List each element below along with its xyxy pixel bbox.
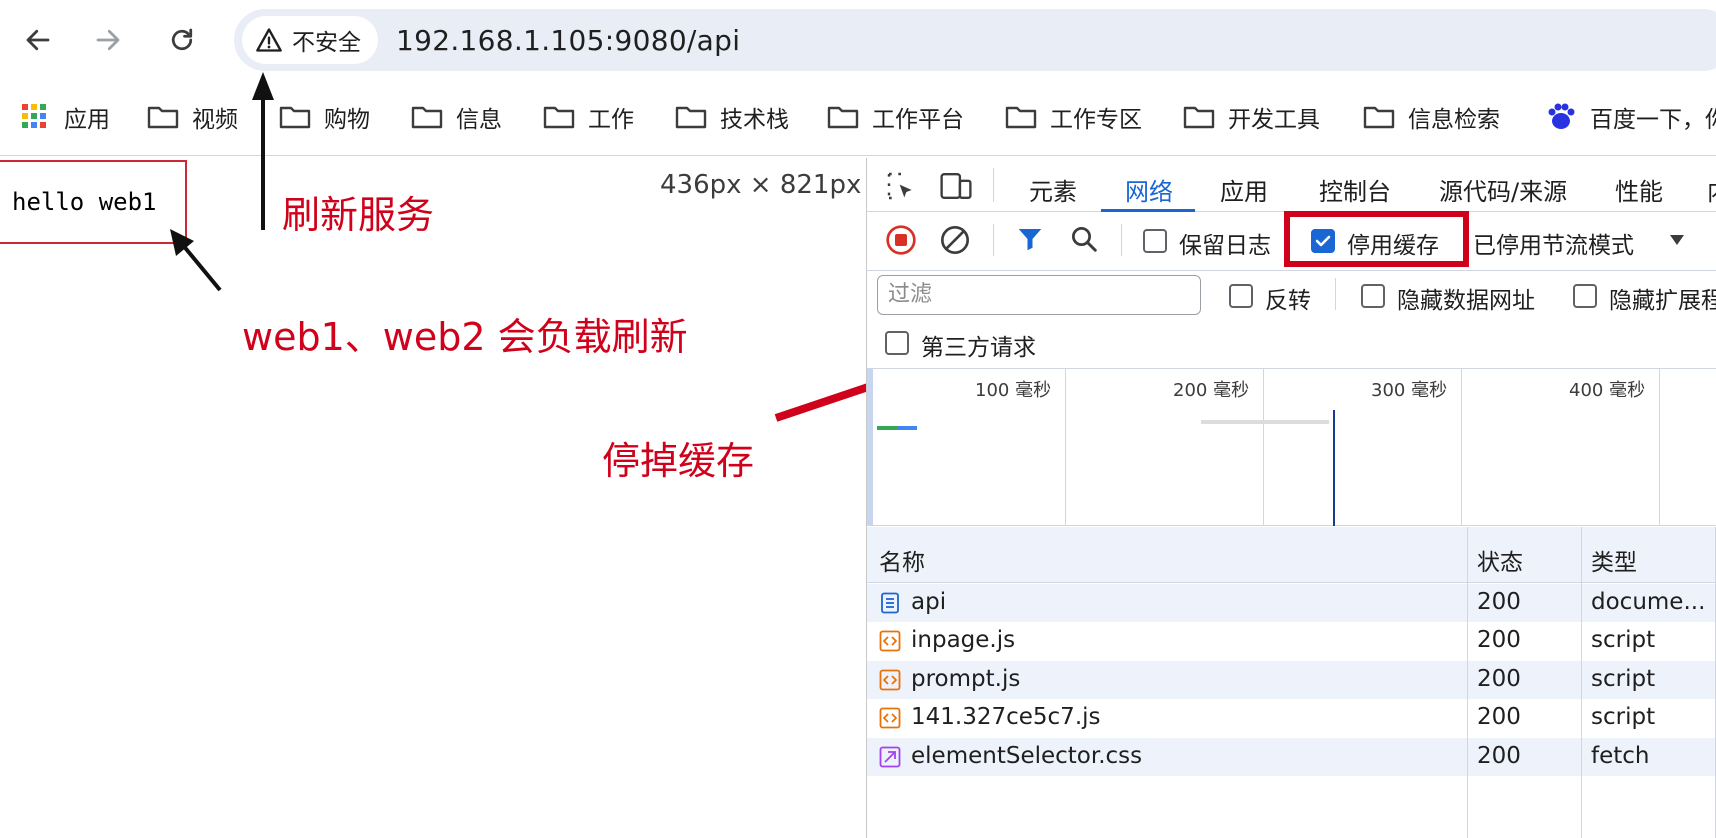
timeline-tick: 400 毫秒 bbox=[1569, 380, 1646, 401]
tab-console[interactable]: 控制台 bbox=[1319, 172, 1391, 207]
document-icon bbox=[881, 592, 899, 614]
script-icon bbox=[879, 707, 901, 729]
caret-down-icon[interactable] bbox=[1667, 232, 1687, 248]
column-divider bbox=[1581, 527, 1582, 838]
request-type: docume... bbox=[1591, 589, 1706, 615]
load-event-marker bbox=[1333, 410, 1335, 526]
request-type: script bbox=[1591, 704, 1656, 731]
request-name: inpage.js bbox=[911, 627, 1016, 654]
invert-label: 反转 bbox=[1265, 288, 1311, 314]
column-status[interactable]: 状态 bbox=[1477, 543, 1523, 577]
invert-checkbox[interactable] bbox=[1229, 284, 1253, 308]
timeline-selection-handle[interactable] bbox=[867, 368, 873, 526]
divider bbox=[993, 168, 994, 202]
filter-icon[interactable] bbox=[1015, 224, 1045, 254]
tab-application[interactable]: 应用 bbox=[1220, 172, 1268, 207]
request-status: 200 bbox=[1477, 704, 1521, 731]
hide-extensions-checkbox[interactable] bbox=[1573, 284, 1597, 308]
black-arrow-up bbox=[252, 72, 274, 230]
black-arrow-to-hello bbox=[170, 229, 222, 292]
table-header bbox=[867, 527, 1716, 583]
table-row[interactable]: inpage.js 200 script bbox=[867, 622, 1716, 661]
hide-data-urls-checkbox[interactable] bbox=[1361, 284, 1385, 308]
divider bbox=[1121, 224, 1122, 256]
column-type[interactable]: 类型 bbox=[1591, 543, 1637, 577]
script-icon bbox=[879, 630, 901, 652]
table-row[interactable]: 141.327ce5c7.js 200 script bbox=[867, 699, 1716, 738]
column-divider bbox=[1467, 527, 1468, 838]
request-status: 200 bbox=[1477, 627, 1521, 654]
annotation-refresh: 刷新服务 bbox=[282, 193, 435, 237]
third-party-checkbox[interactable] bbox=[885, 331, 909, 355]
active-tab-indicator bbox=[1101, 209, 1195, 212]
record-stop-icon[interactable] bbox=[885, 224, 917, 256]
request-type: fetch bbox=[1591, 742, 1650, 769]
column-name[interactable]: 名称 bbox=[879, 543, 925, 577]
table-row[interactable]: api 200 docume... bbox=[867, 584, 1716, 622]
preserve-log-checkbox[interactable] bbox=[1143, 229, 1167, 253]
script-icon bbox=[879, 669, 901, 691]
request-type: script bbox=[1591, 627, 1656, 654]
search-icon[interactable] bbox=[1069, 224, 1099, 254]
preserve-log-label: 保留日志 bbox=[1179, 233, 1271, 259]
annotation-disable-cache: 停掉缓存 bbox=[602, 439, 755, 483]
annotation-load-balance: web1、web2 会负载刷新 bbox=[242, 315, 688, 359]
fetch-icon bbox=[879, 746, 901, 767]
device-toolbar-icon[interactable] bbox=[939, 170, 973, 202]
divider bbox=[1335, 278, 1336, 310]
request-name: prompt.js bbox=[911, 665, 1021, 692]
table-row[interactable]: elementSelector.css 200 fetch bbox=[867, 737, 1716, 776]
request-type: script bbox=[1591, 665, 1656, 692]
timeline-gridline bbox=[1659, 368, 1660, 526]
timeline-gridline bbox=[1461, 368, 1462, 526]
inspect-element-icon[interactable] bbox=[885, 170, 917, 202]
table-row[interactable]: prompt.js 200 script bbox=[867, 660, 1716, 699]
request-status: 200 bbox=[1477, 665, 1521, 692]
timeline-bar bbox=[897, 426, 917, 430]
divider bbox=[993, 224, 994, 256]
clear-icon[interactable] bbox=[939, 224, 971, 256]
hide-data-urls-label: 隐藏数据网址 bbox=[1397, 288, 1535, 314]
request-status: 200 bbox=[1477, 742, 1521, 769]
checkmark-icon bbox=[1315, 235, 1331, 247]
timeline-bar bbox=[1201, 420, 1329, 424]
devtools-panel: 元素 网络 应用 控制台 源代码/来源 性能 内 保留日志 停用缓存 已停用节流… bbox=[866, 158, 1716, 838]
filter-input[interactable]: 过滤 bbox=[877, 275, 1201, 315]
devtools-tab-bar bbox=[867, 158, 1716, 212]
request-name: 141.327ce5c7.js bbox=[911, 704, 1101, 731]
tab-elements[interactable]: 元素 bbox=[1029, 172, 1077, 207]
request-name: elementSelector.css bbox=[911, 742, 1143, 769]
timeline-bar bbox=[877, 426, 897, 430]
throttling-select[interactable]: 已停用节流模式 bbox=[1473, 226, 1634, 260]
timeline-tick: 300 毫秒 bbox=[1371, 380, 1448, 401]
disable-cache-checkbox[interactable] bbox=[1311, 229, 1335, 253]
timeline-gridline bbox=[1065, 368, 1066, 526]
hide-extensions-label: 隐藏扩展程 bbox=[1609, 288, 1716, 314]
request-status: 200 bbox=[1477, 589, 1521, 615]
disable-cache-label: 停用缓存 bbox=[1347, 233, 1439, 259]
timeline-tick: 200 毫秒 bbox=[1173, 380, 1250, 401]
tab-performance[interactable]: 性能 bbox=[1615, 172, 1663, 207]
timeline-gridline bbox=[1263, 368, 1264, 526]
tab-sources[interactable]: 源代码/来源 bbox=[1439, 172, 1567, 207]
third-party-label: 第三方请求 bbox=[921, 335, 1036, 361]
request-name: api bbox=[911, 589, 947, 615]
timeline-tick: 100 毫秒 bbox=[975, 380, 1052, 401]
tab-network[interactable]: 网络 bbox=[1125, 172, 1173, 207]
tab-more[interactable]: 内 bbox=[1707, 172, 1716, 207]
